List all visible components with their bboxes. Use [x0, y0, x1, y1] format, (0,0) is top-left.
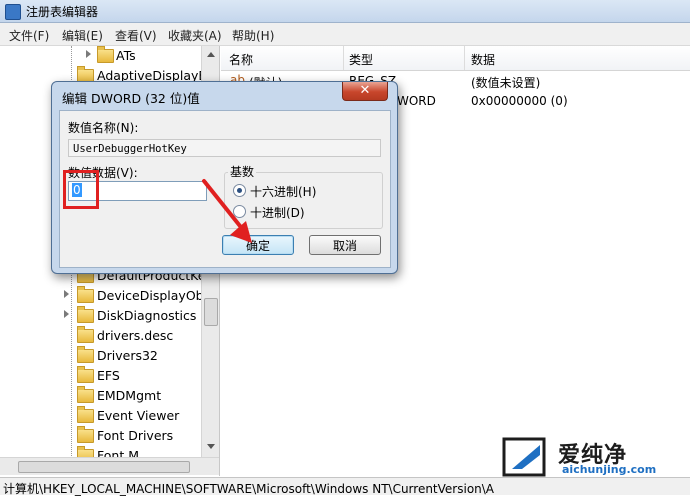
tree-item-label: drivers.desc	[97, 328, 174, 343]
tree-item[interactable]: EFS	[0, 366, 200, 386]
annotation-highlight-box	[63, 170, 99, 209]
folder-icon	[77, 426, 94, 443]
tree-item-label: Drivers32	[97, 348, 158, 363]
expand-arrow-icon[interactable]	[64, 290, 69, 298]
watermark: 爱纯净 aichunjing.com	[500, 437, 690, 477]
tree-item-label: DeviceDisplayObje	[97, 288, 215, 303]
tree-item-label: DiskDiagnostics	[97, 308, 197, 323]
scroll-up-arrow-icon[interactable]	[207, 52, 215, 57]
watermark-url: aichunjing.com	[562, 463, 657, 476]
value-data: (数值未设置)	[471, 76, 541, 90]
menu-help[interactable]: 帮助(H)	[232, 27, 274, 44]
column-separator[interactable]	[464, 46, 465, 70]
tree-horizontal-scrollbar[interactable]	[0, 457, 219, 475]
folder-icon	[77, 326, 94, 343]
folder-icon	[97, 46, 114, 63]
scroll-down-arrow-icon[interactable]	[207, 444, 215, 449]
tree-horizontal-scroll-thumb[interactable]	[18, 461, 190, 473]
column-separator[interactable]	[343, 46, 344, 70]
watermark-logo-icon	[502, 437, 546, 477]
status-path: 计算机\HKEY_LOCAL_MACHINE\SOFTWARE\Microsof…	[3, 482, 495, 496]
tree-item[interactable]: DeviceDisplayObje	[0, 286, 215, 306]
value-type: WORD	[397, 94, 436, 108]
menu-favorites[interactable]: 收藏夹(A)	[168, 27, 222, 44]
folder-icon	[77, 406, 94, 423]
value-data: 0x00000000 (0)	[471, 94, 568, 108]
title-bar: 注册表编辑器	[0, 0, 690, 23]
tree-item-label: Font Drivers	[97, 428, 174, 443]
tree-item[interactable]: DiskDiagnostics	[0, 306, 200, 326]
expand-arrow-icon[interactable]	[64, 310, 69, 318]
folder-icon	[77, 366, 94, 383]
folder-icon	[77, 306, 94, 323]
cancel-button[interactable]: 取消	[309, 235, 381, 255]
expand-arrow-icon[interactable]	[86, 50, 91, 58]
column-header-data[interactable]: 数据	[471, 51, 495, 68]
tree-item-label: Event Viewer	[97, 408, 180, 423]
menu-edit[interactable]: 编辑(E)	[62, 27, 103, 44]
tree-vertical-scroll-thumb[interactable]	[204, 298, 218, 326]
value-name-label: 数值名称(N):	[68, 121, 139, 135]
tree-item[interactable]: Event Viewer	[0, 406, 200, 426]
menu-view[interactable]: 查看(V)	[115, 27, 157, 44]
tree-item-label: EFS	[97, 368, 120, 383]
tree-item[interactable]: EMDMgmt	[0, 386, 200, 406]
close-icon[interactable]: ✕	[342, 82, 388, 101]
column-header-name[interactable]: 名称	[229, 51, 253, 68]
folder-icon	[77, 346, 94, 363]
value-name-field: UserDebuggerHotKey	[68, 139, 381, 157]
folder-icon	[77, 386, 94, 403]
tree-item[interactable]: Drivers32	[0, 346, 200, 366]
tree-item[interactable]: drivers.desc	[0, 326, 200, 346]
annotation-arrow-icon	[202, 179, 252, 243]
tree-item-label: ATs	[116, 48, 136, 63]
tree-item[interactable]: ATs	[0, 46, 200, 66]
tree-item-label: EMDMgmt	[97, 388, 162, 403]
menu-file[interactable]: 文件(F)	[9, 27, 49, 44]
folder-icon	[77, 286, 94, 303]
regedit-app-icon	[5, 4, 21, 20]
status-bar: 计算机\HKEY_LOCAL_MACHINE\SOFTWARE\Microsof…	[0, 477, 690, 496]
column-header-type[interactable]: 类型	[349, 51, 373, 68]
dialog-title: 编辑 DWORD (32 位)值	[62, 91, 200, 106]
tree-item[interactable]: Font Drivers	[0, 426, 200, 446]
value-list-header: 名称 类型 数据	[221, 46, 690, 71]
menu-bar: 文件(F) 编辑(E) 查看(V) 收藏夹(A) 帮助(H)	[0, 23, 690, 46]
window-title: 注册表编辑器	[26, 5, 99, 19]
